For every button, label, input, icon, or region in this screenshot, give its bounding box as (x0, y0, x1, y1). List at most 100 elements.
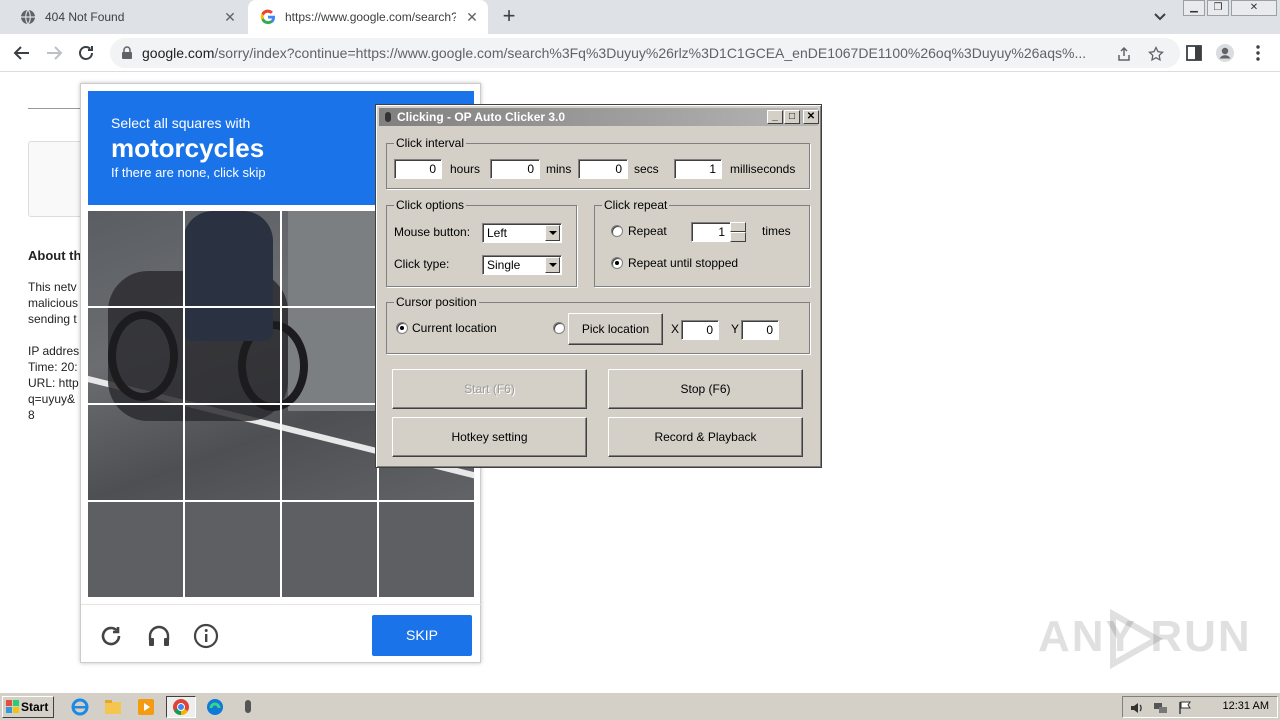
tab-google-search[interactable]: https://www.google.com/search?q= ✕ (248, 0, 488, 34)
chevron-down-icon[interactable] (1150, 8, 1170, 26)
stop-button[interactable]: Stop (F6) (608, 369, 803, 409)
address-bar[interactable]: google.com/sorry/index?continue=https://… (110, 38, 1180, 68)
new-tab-button[interactable]: + (498, 5, 520, 28)
click-repeat-group: Click repeat Repeat 1 times Repeat until… (594, 198, 810, 287)
chrome-taskbar-button[interactable] (166, 696, 196, 718)
file-explorer-icon[interactable] (101, 696, 125, 718)
start-button[interactable]: Start (F6) (392, 369, 587, 409)
record-playback-button[interactable]: Record & Playback (608, 417, 803, 457)
divider (28, 108, 88, 109)
media-player-icon[interactable] (134, 696, 158, 718)
minimize-button[interactable]: ▁ (1183, 0, 1205, 16)
side-panel-icon[interactable] (1184, 43, 1204, 63)
wheel-shape (108, 311, 178, 401)
dropdown-arrow-icon[interactable] (545, 257, 560, 273)
start-label: Start (21, 700, 49, 714)
start-button[interactable]: Start (2, 696, 54, 718)
reload-icon[interactable] (98, 623, 124, 649)
group-label: Click options (394, 198, 467, 212)
page-text-line: 8 (28, 408, 35, 422)
hotkey-setting-button[interactable]: Hotkey setting (392, 417, 587, 457)
skip-button[interactable]: SKIP (372, 615, 472, 656)
internet-explorer-icon[interactable] (68, 696, 92, 718)
challenge-object: motorcycles (111, 133, 265, 163)
milliseconds-input[interactable]: 1 (674, 159, 722, 179)
tab-title: https://www.google.com/search?q= (285, 10, 456, 24)
x-label: X (671, 322, 680, 336)
browser-toolbar: google.com/sorry/index?continue=https://… (0, 34, 1280, 72)
hours-label: hours (450, 162, 481, 176)
flag-icon[interactable] (1177, 700, 1193, 716)
mins-input[interactable]: 0 (490, 159, 540, 179)
hours-input[interactable]: 0 (394, 159, 442, 179)
current-location-radio[interactable] (396, 322, 408, 334)
google-icon (260, 9, 275, 25)
auto-clicker-taskbar-icon[interactable] (236, 696, 260, 718)
reload-icon[interactable] (74, 41, 98, 65)
auto-clicker-window: Clicking - OP Auto Clicker 3.0 _ □ ✕ Cli… (375, 104, 822, 468)
system-tray: 12:31 AM (1122, 696, 1278, 718)
close-tab-icon[interactable]: ✕ (464, 9, 480, 25)
click-type-select[interactable]: Single (482, 255, 562, 275)
repeat-label: Repeat (628, 224, 667, 238)
page-text-line: IP addres (28, 344, 80, 358)
close-window-button[interactable]: ✕ (1231, 0, 1277, 16)
group-label: Click interval (394, 136, 467, 150)
close-tab-icon[interactable]: ✕ (222, 9, 238, 25)
mouse-button-label: Mouse button: (394, 225, 471, 239)
page-text-line: sending t (28, 312, 77, 326)
cursor-position-group: Cursor position Current location Pick lo… (386, 295, 810, 354)
url-text: google.com/sorry/index?continue=https://… (142, 45, 1102, 61)
speaker-icon[interactable] (1129, 700, 1145, 716)
info-icon[interactable] (193, 623, 219, 649)
globe-icon (21, 9, 35, 25)
edge-icon[interactable] (203, 696, 227, 718)
watermark-text: ANY RUN (1038, 612, 1252, 661)
lock-icon[interactable] (120, 46, 134, 60)
restore-button[interactable]: ❐ (1207, 0, 1229, 16)
profile-icon[interactable] (1215, 43, 1235, 63)
repeat-spinner[interactable] (730, 222, 746, 242)
url-path: /sorry/index?continue=https://www.google… (214, 45, 1087, 61)
anyrun-watermark: ANY RUN (1038, 612, 1252, 662)
grid-line (88, 500, 474, 502)
click-interval-group: Click interval 0 hours 0 mins 0 secs 1 m… (386, 136, 810, 189)
network-icon[interactable] (1153, 700, 1169, 716)
back-arrow-icon[interactable] (10, 41, 34, 65)
tab-404[interactable]: 404 Not Found ✕ (8, 0, 246, 34)
page-text-line: malicious (28, 296, 79, 310)
window-title: Clicking - OP Auto Clicker 3.0 (397, 110, 566, 124)
mouse-button-value: Left (487, 226, 508, 240)
share-icon[interactable] (1116, 46, 1132, 62)
page-text-line[interactable]: URL: http (28, 375, 88, 391)
maximize-button[interactable]: □ (784, 110, 800, 124)
mouse-button-select[interactable]: Left (482, 223, 562, 243)
chrome-icon (173, 699, 189, 716)
dropdown-arrow-icon[interactable] (545, 225, 560, 241)
close-button[interactable]: ✕ (803, 110, 819, 124)
headphones-icon[interactable] (146, 623, 172, 649)
tab-title: 404 Not Found (45, 10, 125, 24)
page-text-line: This netv (28, 280, 77, 294)
star-icon[interactable] (1148, 46, 1164, 62)
mins-label: mins (546, 162, 572, 176)
challenge-instruction: Select all squares with (111, 115, 251, 131)
y-input[interactable]: 0 (741, 320, 779, 340)
repeat-radio[interactable] (611, 225, 623, 237)
windows-logo-icon (6, 700, 19, 713)
window-titlebar[interactable]: Clicking - OP Auto Clicker 3.0 _ □ ✕ (379, 108, 819, 126)
clock[interactable]: 12:31 AM (1223, 700, 1269, 712)
taskbar: Start 12:31 AM (0, 692, 1280, 720)
page-text-line: q=uyuy& (28, 392, 76, 406)
menu-dots-icon[interactable] (1248, 43, 1268, 63)
click-type-value: Single (487, 258, 521, 272)
repeat-count-input[interactable]: 1 (691, 222, 731, 242)
pick-location-button[interactable]: Pick location (568, 313, 663, 345)
minimize-button[interactable]: _ (767, 110, 783, 124)
secs-input[interactable]: 0 (578, 159, 628, 179)
repeat-until-stopped-radio[interactable] (611, 257, 623, 269)
secs-label: secs (634, 162, 659, 176)
pick-location-radio[interactable] (553, 322, 565, 334)
x-input[interactable]: 0 (681, 320, 719, 340)
forward-arrow-icon[interactable] (42, 41, 66, 65)
